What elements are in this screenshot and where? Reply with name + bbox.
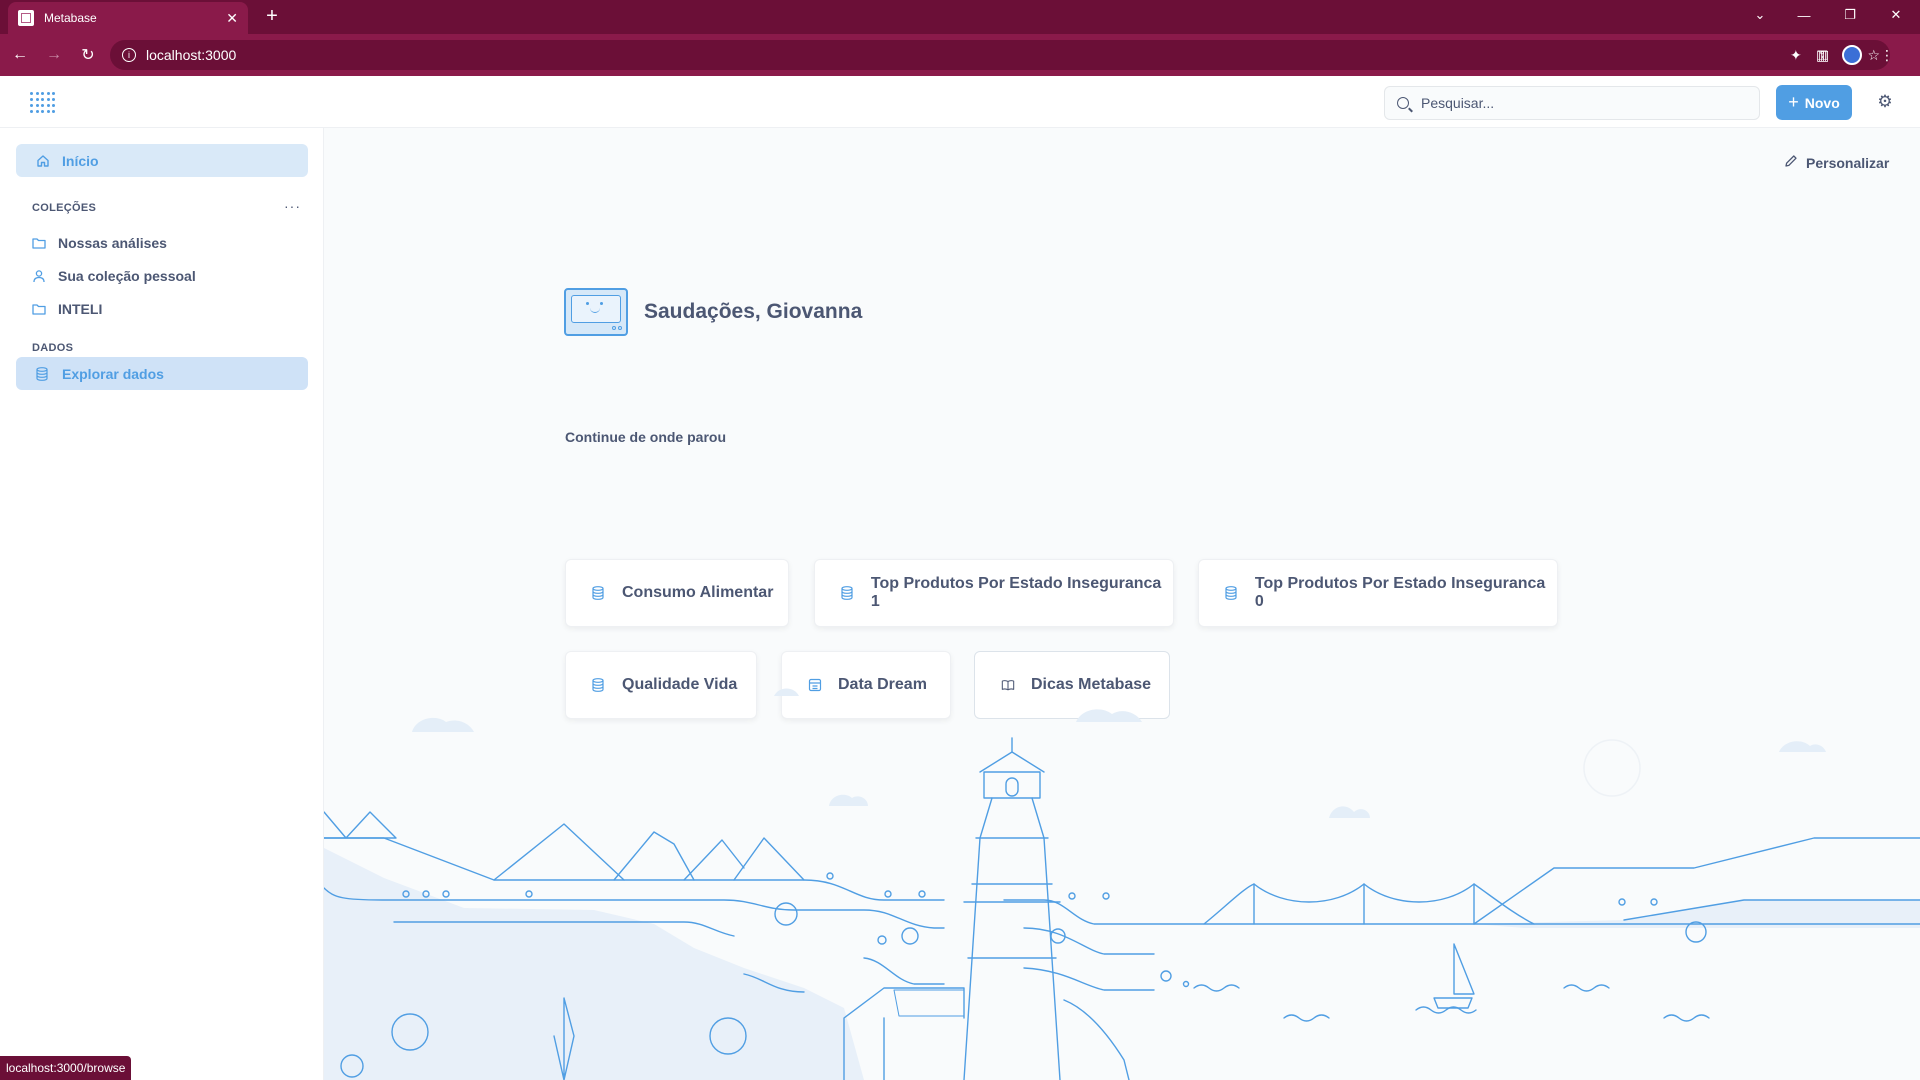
new-button-label: Novo	[1804, 94, 1840, 111]
back-icon[interactable]: ←	[6, 41, 34, 69]
collections-options-icon[interactable]: ···	[284, 198, 301, 214]
tab-search-icon[interactable]: ⌄	[1742, 0, 1778, 30]
person-icon	[32, 269, 48, 283]
side-panel-icon[interactable]: ▥	[1816, 47, 1842, 64]
restore-icon[interactable]: ❐	[1832, 0, 1868, 30]
folder-icon	[32, 303, 48, 315]
sidebar-item-our-analytics[interactable]: Nossas análises	[16, 226, 308, 259]
browser-toolbar: ← → ↻ i localhost:3000 ⚿ ⇪ ☆	[0, 34, 1920, 76]
forward-icon[interactable]: →	[40, 41, 68, 69]
folder-icon	[32, 237, 48, 249]
sidebar-item-label: Início	[62, 152, 99, 169]
reload-icon[interactable]: ↻	[74, 41, 102, 69]
home-page: Personalizar Saudações, Giovanna Continu…	[324, 128, 1920, 1080]
search-input[interactable]	[1421, 95, 1721, 111]
plus-icon: +	[1788, 92, 1799, 112]
browser-tab-title: Metabase	[44, 11, 97, 25]
sidebar-item-label: Explorar dados	[62, 365, 164, 382]
close-window-icon[interactable]: ✕	[1878, 0, 1914, 30]
site-info-icon[interactable]: i	[122, 48, 136, 62]
greeting-text: Saudações, Giovanna	[644, 300, 863, 323]
profile-avatar[interactable]	[1842, 45, 1862, 65]
home-icon	[36, 154, 52, 168]
database-icon	[1225, 586, 1239, 600]
gear-icon[interactable]: ⚙	[1876, 93, 1894, 111]
status-url: localhost:3000/browse	[0, 1056, 132, 1080]
new-button[interactable]: + Novo	[1776, 85, 1852, 120]
collections-section-title: COLEÇÕES	[32, 202, 97, 214]
sidebar-item-personal-collection[interactable]: Sua coleção pessoal	[16, 259, 308, 292]
address-bar[interactable]: i localhost:3000 ⚿ ⇪ ☆	[110, 40, 1890, 70]
customize-label: Personalizar	[1806, 154, 1890, 171]
sidebar-item-browse-data[interactable]: Explorar dados	[16, 357, 308, 390]
metabase-logo-icon[interactable]	[30, 92, 56, 114]
customize-button[interactable]: Personalizar	[1784, 154, 1889, 171]
recent-card-label: Top Produtos Por Estado Inseguranca 1	[870, 575, 1162, 610]
greeting: Saudações, Giovanna	[564, 288, 862, 336]
recents-title: Continue de onde parou	[565, 429, 726, 445]
minimize-icon[interactable]: —	[1786, 0, 1822, 30]
search-icon	[1397, 97, 1409, 109]
database-icon	[592, 586, 606, 600]
browser-menu-icon[interactable]: ⋮	[1874, 47, 1900, 64]
recent-card[interactable]: Top Produtos Por Estado Inseguranca 0	[1198, 559, 1558, 627]
sidebar-item-label: INTELI	[58, 300, 103, 317]
sidebar-item-label: Nossas análises	[58, 234, 167, 251]
extensions-icon[interactable]: ✦	[1790, 47, 1816, 64]
search-box[interactable]	[1384, 86, 1760, 120]
app-header: + Novo ⚙	[0, 76, 1920, 128]
database-icon	[36, 366, 52, 381]
close-tab-icon[interactable]: ✕	[226, 10, 238, 27]
pencil-icon	[1784, 154, 1798, 171]
database-icon	[841, 586, 855, 600]
sidebar-item-home[interactable]: Início	[16, 144, 308, 177]
new-tab-icon[interactable]: +	[260, 4, 284, 28]
sidebar-item-inteli[interactable]: INTELI	[16, 292, 308, 325]
address-url: localhost:3000	[146, 47, 237, 63]
recent-card[interactable]: Consumo Alimentar	[565, 559, 789, 627]
metabase-favicon-icon	[18, 10, 34, 26]
browser-tab-bar: Metabase ✕ + ⌄ — ❐ ✕	[0, 0, 1920, 34]
recent-card-label: Top Produtos Por Estado Inseguranca 0	[1254, 575, 1546, 610]
data-section-title: DADOS	[32, 342, 74, 354]
metabot-icon	[564, 288, 628, 336]
recent-card[interactable]: Top Produtos Por Estado Inseguranca 1	[814, 559, 1174, 627]
landscape-illustration	[324, 688, 1920, 1080]
extensions-area: ✦ ▥ ⋮	[1790, 34, 1900, 76]
metabase-app: + Novo ⚙ Início COLEÇÕES ··· Nossas anál…	[0, 76, 1920, 1080]
browser-tab[interactable]: Metabase ✕	[8, 2, 248, 34]
sidebar: Início COLEÇÕES ··· Nossas análises Sua …	[0, 128, 324, 1080]
recent-card-label: Consumo Alimentar	[622, 584, 774, 601]
sidebar-item-label: Sua coleção pessoal	[58, 267, 196, 284]
